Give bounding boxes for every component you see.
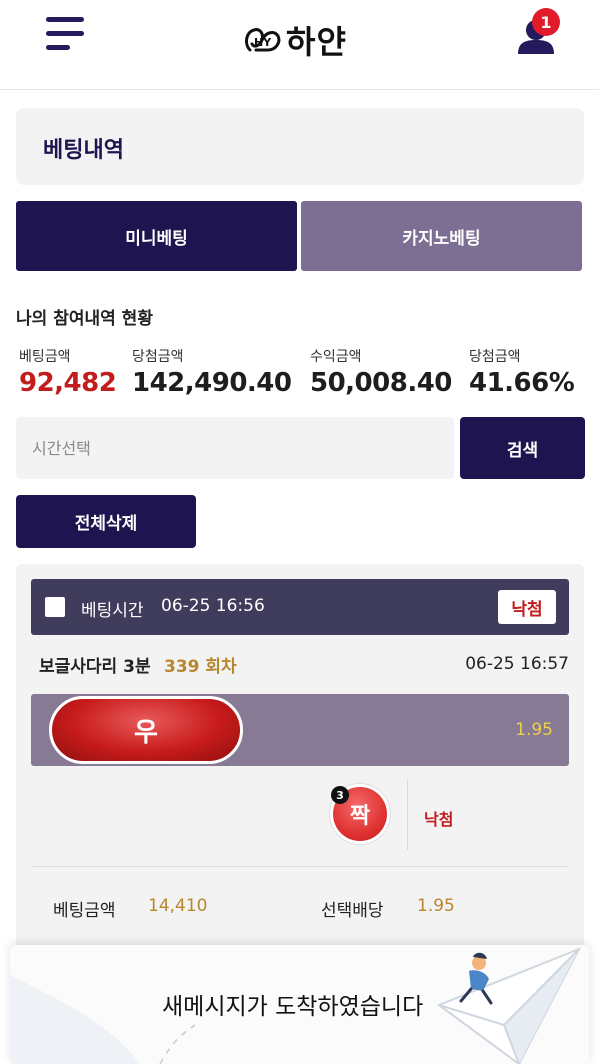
time-select-input[interactable]	[16, 417, 454, 479]
tab-mini-betting[interactable]: 미니베팅	[16, 201, 297, 271]
amount-label: 베팅금액	[53, 901, 116, 921]
result-ball-number: 3	[331, 786, 349, 804]
pick-label: 우	[134, 717, 158, 748]
logo-text: 하얀	[286, 23, 347, 61]
stat-value: 41.66%	[469, 368, 575, 398]
round-number: 339 회차	[164, 657, 237, 677]
stat-bet-amount: 베팅금액 92,482	[19, 346, 117, 398]
pick-bar: 우 1.95	[31, 694, 569, 766]
toast-notification[interactable]: 새메시지가 도착하였습니다	[10, 945, 589, 1064]
result-area: 짝 3 낙첨	[31, 770, 569, 866]
user-button[interactable]: 1	[512, 8, 562, 60]
game-time: 06-25 16:57	[465, 654, 569, 674]
bet-time-label: 베팅시간	[81, 601, 144, 621]
game-info-row: 보글사다리 3분 339 회차 06-25 16:57	[39, 650, 569, 678]
toast-message: 새메시지가 도착하였습니다	[162, 994, 424, 1020]
stat-label: 베팅금액	[19, 349, 71, 365]
bet-card-header: 베팅시간 06-25 16:56 낙첨	[31, 579, 569, 635]
selected-odds-label: 선택배당	[321, 901, 384, 921]
search-button[interactable]: 검색	[460, 417, 585, 479]
amount-value: 14,410	[148, 896, 208, 916]
svg-text:HY: HY	[254, 36, 272, 49]
logo[interactable]: HY 하얀	[242, 18, 347, 62]
tab-casino-betting[interactable]: 카지노베팅	[301, 201, 582, 271]
game-name: 보글사다리 3분	[39, 657, 151, 677]
page-title-box: 베팅내역	[16, 108, 584, 185]
stat-win-amount: 당첨금액 142,490.40	[132, 346, 292, 398]
divider	[31, 866, 569, 867]
result-badge: 낙첨	[498, 590, 556, 624]
stat-value: 50,008.40	[310, 368, 452, 398]
result-text: 낙첨	[424, 810, 454, 829]
pick-odds: 1.95	[515, 720, 553, 740]
stat-label: 당첨금액	[469, 349, 521, 365]
summary-title: 나의 참여내역 현황	[16, 309, 153, 329]
stat-value: 142,490.40	[132, 368, 292, 398]
notification-badge: 1	[532, 8, 560, 36]
stat-win-rate: 당첨금액 41.66%	[469, 346, 575, 398]
stat-value: 92,482	[19, 368, 117, 398]
selected-odds-value: 1.95	[417, 896, 455, 916]
stat-label: 수익금액	[310, 349, 362, 365]
amount-row: 베팅금액 14,410 선택배당 1.95	[31, 892, 569, 922]
page-title: 베팅내역	[43, 138, 124, 163]
bet-time-value: 06-25 16:56	[161, 596, 265, 616]
divider	[407, 780, 408, 850]
paper-plane-icon	[436, 947, 582, 1064]
app-header: HY 하얀 1	[0, 0, 599, 90]
stat-profit-amount: 수익금액 50,008.40	[310, 346, 452, 398]
logo-mark-icon: HY	[245, 28, 281, 52]
bet-select-checkbox[interactable]	[45, 597, 65, 617]
delete-all-button[interactable]: 전체삭제	[16, 495, 196, 548]
pick-pill: 우	[49, 696, 243, 764]
hamburger-menu-icon[interactable]	[46, 17, 86, 53]
stat-label: 당첨금액	[132, 349, 184, 365]
